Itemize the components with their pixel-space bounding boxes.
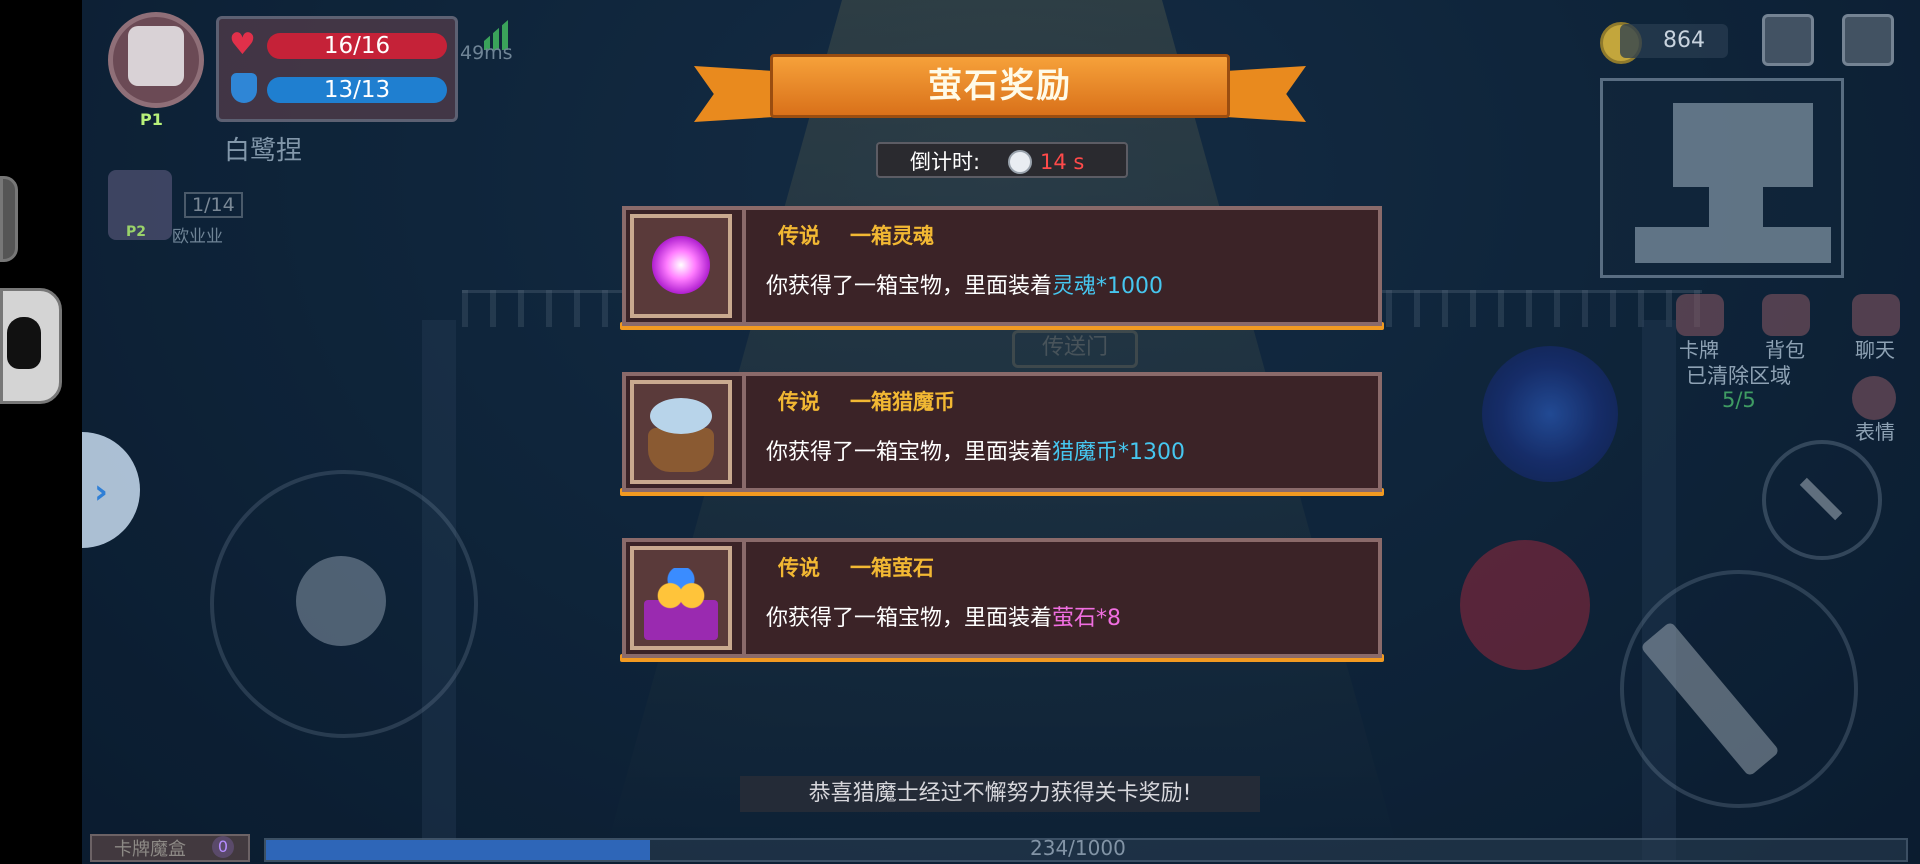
reward-divider [742, 538, 746, 658]
avatar-portrait [128, 26, 184, 86]
attack-button[interactable] [1620, 570, 1858, 808]
reward-rarity: 传说 [778, 224, 820, 248]
emote-icon[interactable] [1852, 376, 1896, 420]
card-box-label: 卡牌魔盒 [114, 839, 186, 860]
reward-name: 一箱猎魔币 [850, 390, 955, 414]
reward-name: 一箱萤石 [850, 556, 934, 580]
gem-pile-icon [654, 568, 708, 614]
cleared-area-value: 5/5 [1722, 388, 1756, 412]
minimap-room [1673, 103, 1813, 187]
reward-card: 传说 一箱猎魔币 你获得了一箱宝物，里面装着猎魔币*1300 [620, 372, 1384, 500]
ping-text: 49ms [460, 42, 513, 64]
reward-card-body [622, 538, 1382, 658]
phone-side-button[interactable] [0, 176, 18, 262]
player-stats: ♥ 16/16 13/13 [216, 16, 458, 122]
reward-name: 一箱灵魂 [850, 224, 934, 248]
teammate-name: 欧业业 [172, 227, 223, 247]
qq-float-button[interactable] [0, 288, 62, 404]
sword-icon [1640, 621, 1780, 777]
reward-card-body [622, 206, 1382, 326]
reward-icon-frame [630, 380, 732, 484]
chevron-right-icon: › [94, 472, 109, 512]
shield-icon [231, 73, 257, 103]
congrats-message: 恭喜猎魔士经过不懈努力获得关卡奖励! [740, 776, 1260, 812]
player-name: 白鹭捏 [224, 136, 303, 166]
minimap[interactable] [1600, 78, 1844, 278]
penguin-icon [7, 317, 41, 369]
cleared-area-label: 已清除区域 [1686, 364, 1791, 388]
countdown-label: 倒计时: [910, 150, 981, 174]
emote-label: 表情 [1855, 420, 1895, 444]
reward-divider [742, 206, 746, 326]
teammate-progress: 1/14 [184, 192, 243, 218]
crossed-weapons-icon [1799, 477, 1843, 521]
p2-badge: P2 [126, 224, 147, 240]
stopwatch-icon [1008, 150, 1032, 174]
p1-badge: P1 [140, 110, 163, 129]
list-menu-button[interactable] [1842, 14, 1894, 66]
reward-description: 你获得了一箱宝物，里面装着猎魔币*1300 [766, 434, 1185, 466]
countdown-value: 14 s [1040, 150, 1085, 174]
reward-icon-frame [630, 546, 732, 650]
soul-orb-icon [652, 236, 710, 294]
reward-divider [742, 372, 746, 492]
bag-label: 背包 [1765, 338, 1805, 362]
reward-description: 你获得了一箱宝物，里面装着灵魂*1000 [766, 268, 1163, 300]
player-avatar[interactable]: P1 [108, 4, 204, 129]
reward-card-body [622, 372, 1382, 492]
reward-icon-frame [630, 214, 732, 318]
heart-icon: ♥ [229, 27, 256, 62]
reward-rarity: 传说 [778, 390, 820, 414]
cards-icon[interactable] [1676, 294, 1724, 336]
countdown-box: 倒计时: 14 s [876, 142, 1128, 178]
coin-sack-icon [648, 428, 714, 472]
reward-banner: 萤石奖励 [690, 48, 1310, 134]
joystick-knob[interactable] [296, 556, 386, 646]
xp-text: 234/1000 [1030, 836, 1126, 860]
reward-desc-prefix: 你获得了一箱宝物，里面装着 [766, 440, 1053, 465]
chat-label: 聊天 [1855, 338, 1895, 362]
minimap-room [1709, 187, 1763, 227]
dialog-title: 萤石奖励 [928, 66, 1072, 106]
card-box-count: 0 [212, 836, 234, 858]
switch-weapon-button[interactable] [1762, 440, 1882, 560]
reward-description: 你获得了一箱宝物，里面装着萤石*8 [766, 600, 1121, 632]
hp-bar: 16/16 [267, 33, 447, 59]
reward-item: 猎魔币*1300 [1052, 440, 1186, 465]
bag-icon[interactable] [1762, 294, 1810, 336]
shield-bar: 13/13 [267, 77, 447, 103]
reward-card: 传说 一箱灵魂 你获得了一箱宝物，里面装着灵魂*1000 [620, 206, 1384, 334]
cards-label: 卡牌 [1679, 338, 1719, 362]
reward-desc-prefix: 你获得了一箱宝物，里面装着 [766, 274, 1053, 299]
reward-item: 灵魂*1000 [1052, 274, 1164, 299]
coin-pile-icon [650, 398, 712, 434]
reward-card: 传说 一箱萤石 你获得了一箱宝物，里面装着萤石*8 [620, 538, 1384, 666]
reward-desc-prefix: 你获得了一箱宝物，里面装着 [766, 606, 1053, 631]
chat-icon[interactable] [1852, 294, 1900, 336]
minimap-room [1635, 227, 1831, 263]
map-menu-button[interactable] [1762, 14, 1814, 66]
coin-counter: 864 [1620, 24, 1728, 58]
reward-rarity: 传说 [778, 556, 820, 580]
reward-item: 萤石*8 [1052, 606, 1122, 631]
skill-button[interactable] [1460, 540, 1590, 670]
xp-fill [266, 840, 650, 860]
